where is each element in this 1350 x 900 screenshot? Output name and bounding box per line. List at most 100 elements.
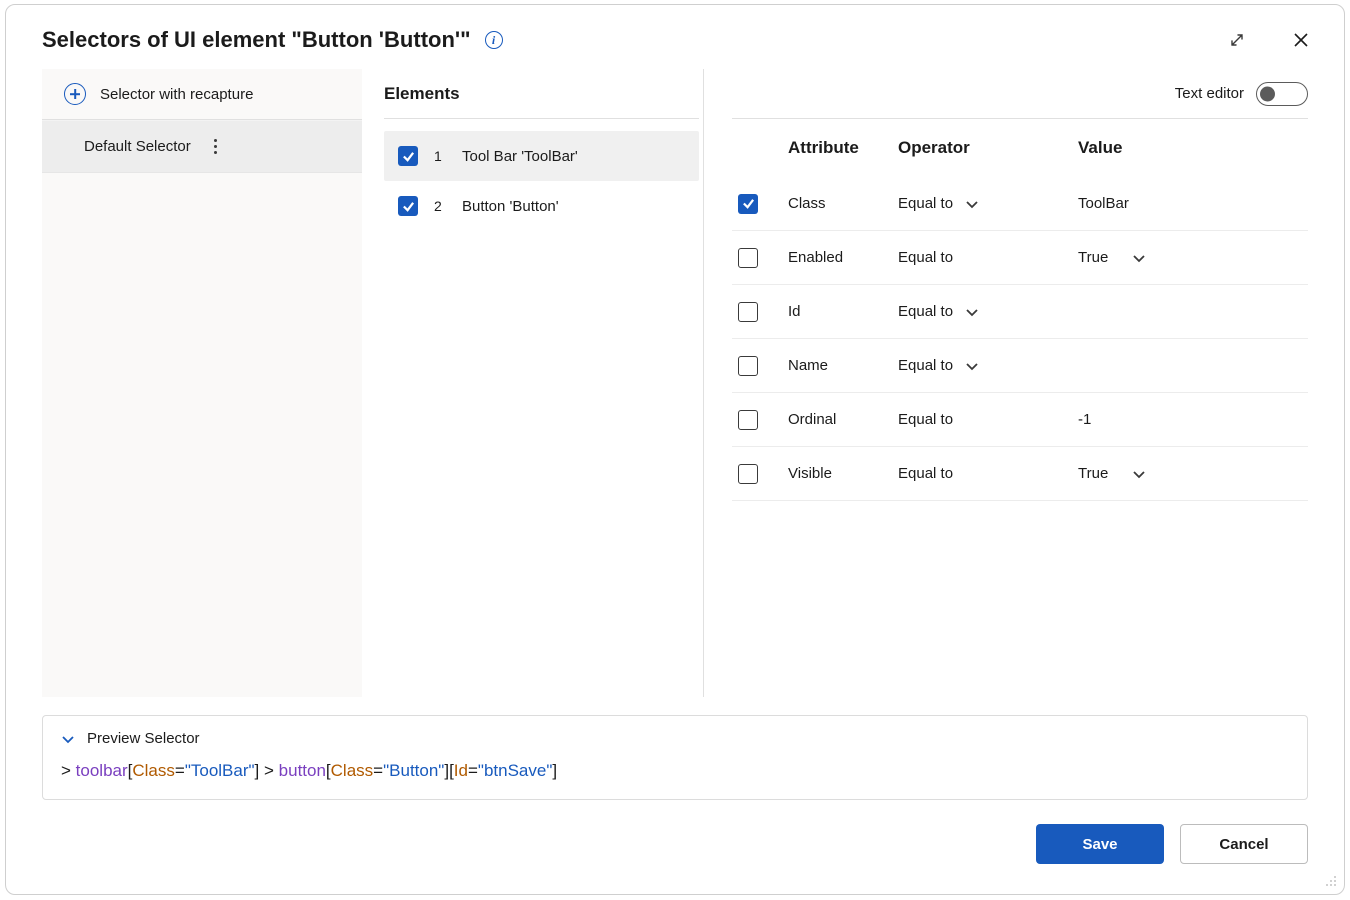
sidebar-item-label: Default Selector — [84, 138, 210, 155]
code-token: Class — [132, 761, 175, 780]
code-token: > — [259, 761, 278, 780]
operator-cell[interactable]: Equal to — [898, 195, 1068, 212]
more-icon[interactable] — [210, 135, 344, 158]
value-cell[interactable]: -1 — [1078, 411, 1302, 428]
attribute-name: Ordinal — [788, 411, 888, 428]
plus-icon — [64, 83, 86, 105]
elements-heading: Elements — [384, 84, 460, 104]
resize-grip[interactable] — [1324, 874, 1336, 886]
code-token: Id — [454, 761, 468, 780]
attribute-value: -1 — [1078, 411, 1091, 428]
sidebar-item-default-selector[interactable]: Default Selector — [42, 120, 362, 173]
operator-value: Equal to — [898, 303, 953, 320]
col-value: Value — [1078, 138, 1302, 158]
chevron-down-icon[interactable] — [965, 305, 979, 319]
chevron-down-icon — [61, 732, 75, 746]
operator-cell[interactable]: Equal to — [898, 411, 1068, 428]
info-icon[interactable]: i — [485, 31, 503, 49]
text-editor-toggle-wrap: Text editor — [1175, 82, 1308, 106]
operator-value: Equal to — [898, 411, 953, 428]
element-label: Tool Bar 'ToolBar' — [462, 148, 578, 165]
attribute-name: Id — [788, 303, 888, 320]
checkbox-icon[interactable] — [738, 464, 758, 484]
selector-editor-dialog: Selectors of UI element "Button 'Button'… — [5, 4, 1345, 895]
operator-value: Equal to — [898, 357, 953, 374]
preview-selector-panel: Preview Selector > toolbar[Class="ToolBa… — [42, 715, 1308, 800]
chevron-down-icon[interactable] — [1132, 467, 1146, 481]
attribute-row: Visible Equal to True — [732, 447, 1308, 501]
checkbox-icon[interactable] — [398, 196, 418, 216]
checkbox-icon[interactable] — [738, 248, 758, 268]
element-row[interactable]: 1 Tool Bar 'ToolBar' — [384, 131, 699, 181]
dialog-body: Selector with recapture Default Selector… — [6, 69, 1344, 697]
save-button[interactable]: Save — [1036, 824, 1164, 864]
attribute-name: Visible — [788, 465, 888, 482]
code-token: toolbar — [76, 761, 128, 780]
element-index: 1 — [434, 148, 446, 164]
attributes-header-row: Text editor — [732, 69, 1308, 119]
maximize-button[interactable] — [1226, 29, 1248, 51]
new-selector-button[interactable]: Selector with recapture — [42, 69, 362, 120]
close-button[interactable] — [1290, 29, 1312, 51]
dialog-title: Selectors of UI element "Button 'Button'… — [42, 27, 471, 53]
attribute-row: Class Equal to ToolBar — [732, 177, 1308, 231]
attribute-row: Name Equal to — [732, 339, 1308, 393]
code-token: "ToolBar" — [185, 761, 255, 780]
attribute-name: Class — [788, 195, 888, 212]
checkbox-icon[interactable] — [738, 302, 758, 322]
code-token: "Button" — [383, 761, 444, 780]
text-editor-label: Text editor — [1175, 85, 1244, 102]
selector-sidebar: Selector with recapture Default Selector — [42, 69, 362, 697]
attributes-table: Attribute Operator Value Class Equal to To… — [732, 119, 1308, 501]
element-row[interactable]: 2 Button 'Button' — [384, 181, 699, 231]
cancel-button[interactable]: Cancel — [1180, 824, 1308, 864]
element-label: Button 'Button' — [462, 198, 559, 215]
checkbox-icon[interactable] — [738, 194, 758, 214]
attributes-column: Text editor Attribute Operator Value Cla… — [726, 69, 1308, 697]
code-token: = — [468, 761, 478, 780]
attribute-row: Enabled Equal to True — [732, 231, 1308, 285]
attribute-value: True — [1078, 249, 1108, 266]
checkbox-icon[interactable] — [738, 356, 758, 376]
operator-cell[interactable]: Equal to — [898, 303, 1068, 320]
preview-selector-code: > toolbar[Class="ToolBar"] > button[Clas… — [61, 761, 1289, 781]
code-token: > — [61, 761, 76, 780]
checkbox-icon[interactable] — [738, 410, 758, 430]
operator-cell[interactable]: Equal to — [898, 465, 1068, 482]
attribute-value: ToolBar — [1078, 195, 1129, 212]
preview-header[interactable]: Preview Selector — [61, 730, 1289, 747]
operator-cell[interactable]: Equal to — [898, 357, 1068, 374]
col-attribute: Attribute — [788, 138, 888, 158]
dialog-footer: Save Cancel — [6, 800, 1344, 894]
code-token: = — [373, 761, 383, 780]
elements-column: Elements 1 Tool Bar 'ToolBar' 2 Button 'But… — [384, 69, 704, 697]
preview-label: Preview Selector — [87, 730, 200, 747]
attribute-value: True — [1078, 465, 1108, 482]
attribute-row: Id Equal to — [732, 285, 1308, 339]
attribute-row: Ordinal Equal to -1 — [732, 393, 1308, 447]
code-token: Class — [331, 761, 374, 780]
attribute-name: Enabled — [788, 249, 888, 266]
code-token: = — [175, 761, 185, 780]
chevron-down-icon[interactable] — [1132, 251, 1146, 265]
attribute-name: Name — [788, 357, 888, 374]
checkbox-icon[interactable] — [398, 146, 418, 166]
operator-value: Equal to — [898, 465, 953, 482]
operator-value: Equal to — [898, 195, 953, 212]
value-cell[interactable]: True — [1078, 465, 1302, 482]
text-editor-toggle[interactable] — [1256, 82, 1308, 106]
attributes-table-header: Attribute Operator Value — [732, 119, 1308, 177]
element-index: 2 — [434, 198, 446, 214]
operator-value: Equal to — [898, 249, 953, 266]
elements-list: 1 Tool Bar 'ToolBar' 2 Button 'Button' — [384, 131, 699, 231]
code-token: "btnSave" — [478, 761, 552, 780]
value-cell[interactable]: True — [1078, 249, 1302, 266]
chevron-down-icon[interactable] — [965, 197, 979, 211]
elements-header: Elements — [384, 69, 699, 119]
operator-cell[interactable]: Equal to — [898, 249, 1068, 266]
code-token: ] — [552, 761, 557, 780]
value-cell[interactable]: ToolBar — [1078, 195, 1302, 212]
chevron-down-icon[interactable] — [965, 359, 979, 373]
new-selector-label: Selector with recapture — [100, 86, 253, 103]
titlebar: Selectors of UI element "Button 'Button'… — [6, 5, 1344, 69]
